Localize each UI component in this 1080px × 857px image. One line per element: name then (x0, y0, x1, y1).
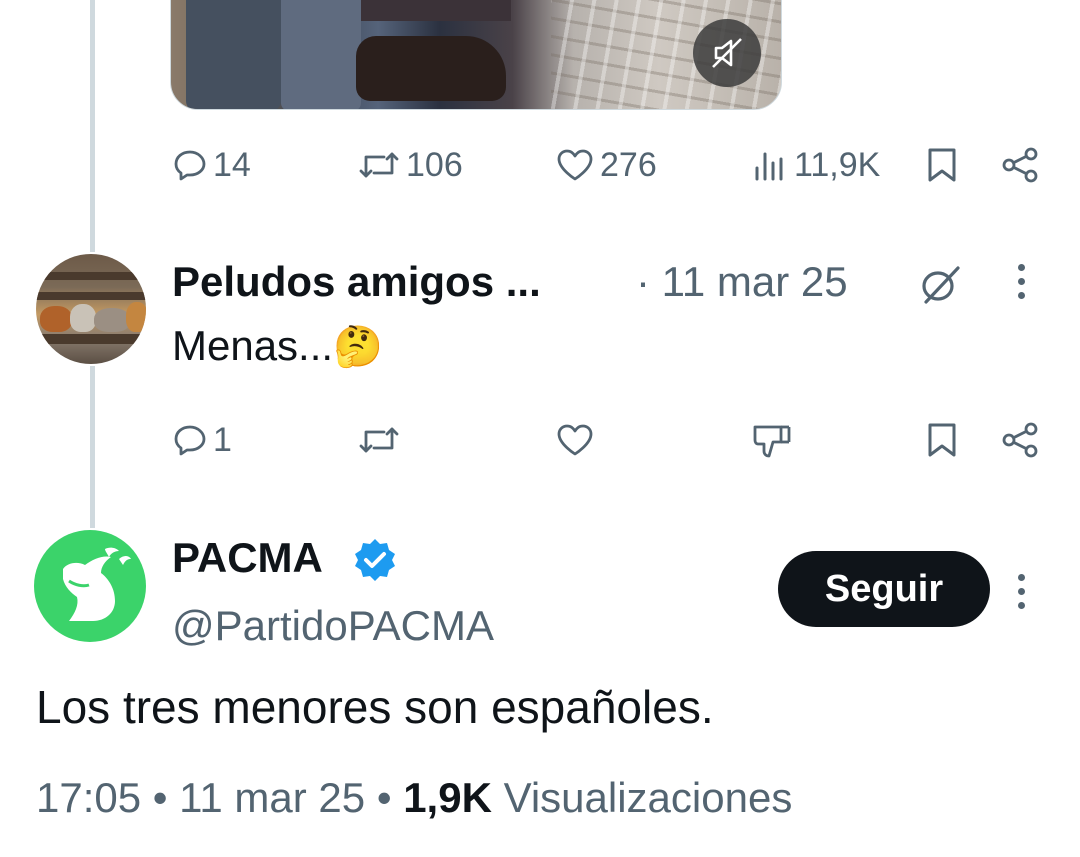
views-count[interactable]: 1,9K (403, 774, 492, 821)
avatar-bench (36, 272, 146, 280)
media-coat (361, 0, 511, 21)
share-button[interactable] (1000, 145, 1040, 185)
reply-text: Menas...🤔 (172, 322, 383, 370)
share-icon (1002, 147, 1038, 183)
like-count: 276 (600, 145, 657, 184)
thread-line-bottom (90, 366, 95, 528)
retweet-icon (359, 427, 399, 453)
tweet-time[interactable]: 17:05 (36, 774, 141, 821)
retweet-icon (359, 152, 399, 178)
bookmark-icon (928, 423, 956, 457)
avatar-bench (36, 292, 146, 300)
avatar-dog (40, 306, 72, 332)
pacma-handle[interactable]: @PartidoPACMA (172, 602, 494, 650)
tweet-more-button[interactable] (1016, 574, 1026, 609)
avatar-cat (94, 308, 130, 332)
pacma-logo-icon (63, 547, 131, 621)
tweet-timestamp-line: 17:05 • 11 mar 25 • 1,9K Visualizaciones (36, 774, 792, 822)
retweet-button[interactable]: 106 (358, 145, 463, 185)
retweet-button[interactable] (358, 420, 400, 460)
retweet-count: 106 (406, 145, 463, 184)
pacma-avatar[interactable] (34, 530, 146, 642)
reply-more-button[interactable] (1016, 264, 1026, 299)
reply-icon (174, 425, 206, 456)
verified-badge-icon (355, 539, 395, 581)
bookmark-icon (928, 148, 956, 182)
avatar-cat (70, 304, 96, 332)
reply-display-name[interactable]: Peludos amigos ... (172, 258, 541, 306)
avatar-bench (36, 334, 146, 344)
reply-avatar[interactable] (36, 254, 146, 364)
thread-line-top (90, 0, 95, 252)
downvote-button[interactable] (752, 420, 792, 460)
reply-count: 14 (213, 145, 251, 184)
thinking-emoji: 🤔 (333, 325, 383, 369)
share-icon (1002, 422, 1038, 458)
tweet-date[interactable]: 11 mar 25 (179, 774, 365, 821)
views-icon (755, 152, 783, 181)
media-leg (186, 0, 281, 109)
heart-icon (557, 149, 593, 181)
reply-text-content: Menas... (172, 322, 334, 369)
follow-button[interactable]: Seguir (778, 551, 990, 627)
reply-count: 1 (213, 420, 232, 459)
views-count: 11,9K (794, 145, 881, 184)
bookmark-button[interactable] (926, 145, 958, 185)
views-button[interactable]: 11,9K (752, 145, 880, 185)
reply-button[interactable]: 1 (173, 420, 232, 460)
like-button[interactable]: 276 (556, 145, 657, 185)
bookmark-button[interactable] (926, 420, 958, 460)
media-shoe (356, 36, 506, 101)
prev-tweet-actions: 14 106 276 11,9K (170, 145, 1050, 185)
speaker-muted-icon (712, 38, 742, 68)
reply-icon (174, 150, 206, 181)
reply-actions: 1 (170, 420, 1050, 460)
thumbs-down-icon (753, 425, 791, 458)
reply-date[interactable]: · 11 mar 25 (636, 258, 848, 306)
tweet-media-video[interactable] (170, 0, 782, 110)
heart-icon (557, 424, 593, 456)
reply-button[interactable]: 14 (173, 145, 251, 185)
like-button[interactable] (556, 420, 594, 460)
mute-button[interactable] (693, 19, 761, 87)
share-button[interactable] (1000, 420, 1040, 460)
grok-slash-icon[interactable] (916, 262, 964, 306)
media-leg (281, 0, 361, 109)
views-label[interactable]: Visualizaciones (492, 774, 793, 821)
pacma-display-name[interactable]: PACMA (172, 534, 323, 582)
separator-dot: • (365, 774, 404, 821)
separator-dot: • (141, 774, 180, 821)
tweet-text: Los tres menores son españoles. (36, 681, 714, 733)
avatar-dog (126, 302, 146, 332)
